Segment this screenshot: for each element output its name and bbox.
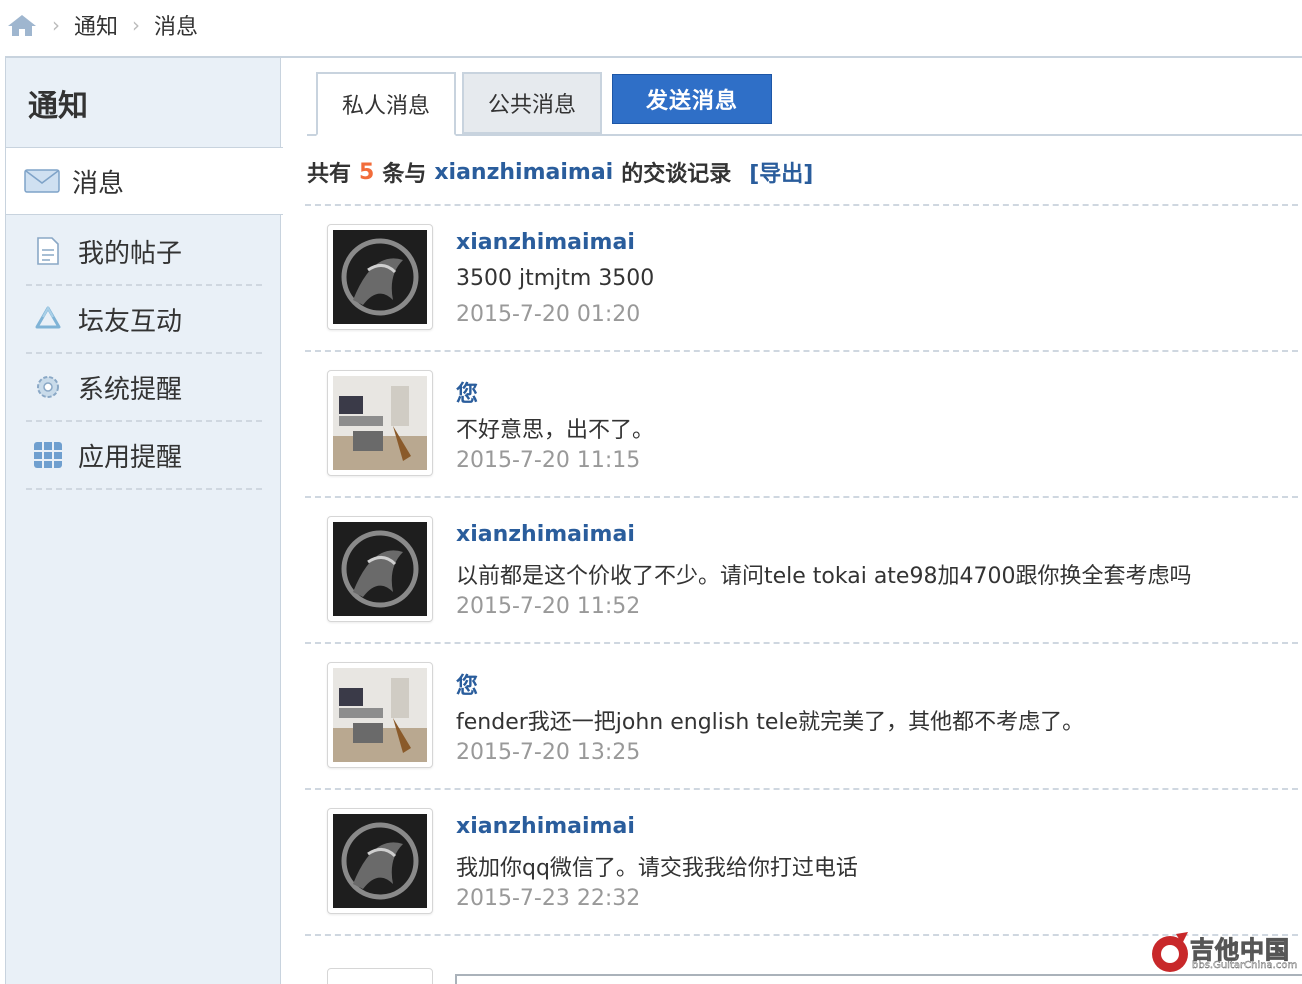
recycle-icon <box>30 304 66 334</box>
avatar[interactable] <box>327 370 433 476</box>
message-sender[interactable]: 您 <box>456 376 478 408</box>
breadcrumb-item[interactable]: 通知 <box>74 9 118 41</box>
sidebar-title: 通知 <box>28 89 88 124</box>
watermark-url: bbs.GuitarChina.com <box>1192 960 1298 971</box>
chevron-right-icon: › <box>132 13 141 37</box>
message-text: fender我还一把john english tele就完美了，其他都不考虑了。 <box>456 710 1085 735</box>
watermark-logo: 吉他中国 bbs.GuitarChina.com <box>1148 930 1298 978</box>
avatar[interactable] <box>327 224 433 330</box>
message-time: 2015-7-20 01:20 <box>456 302 641 327</box>
export-link[interactable]: [导出] <box>749 156 813 188</box>
summary-prefix: 共有 <box>307 162 352 187</box>
sidebar-item-label: 我的帖子 <box>78 238 183 269</box>
message-item: xianzhimaimai 3500 jtmjtm 3500 2015-7-20… <box>305 204 1298 350</box>
sidebar-list: 我的帖子 坛友互动 系统提醒 应用提醒 <box>26 218 262 490</box>
home-icon[interactable] <box>6 12 38 38</box>
tab-bar: 私人消息 公共消息 发送消息 <box>307 72 1302 136</box>
tab-private-messages[interactable]: 私人消息 <box>316 72 456 136</box>
conversation-user-link[interactable]: xianzhimaimai <box>434 160 613 185</box>
dragon-avatar-image <box>333 814 427 908</box>
room-avatar-image <box>333 668 427 762</box>
avatar[interactable] <box>327 516 433 622</box>
sidebar-item-interaction[interactable]: 坛友互动 <box>26 286 262 354</box>
message-time: 2015-7-20 11:52 <box>456 594 641 619</box>
gear-icon <box>30 372 66 402</box>
message-text: 以前都是这个价收了不少。请问tele tokai ate98加4700跟你换全套… <box>456 564 1192 589</box>
sidebar-item-label: 系统提醒 <box>78 374 183 405</box>
message-list: xianzhimaimai 3500 jtmjtm 3500 2015-7-20… <box>305 204 1298 938</box>
message-text: 3500 jtmjtm 3500 <box>456 266 655 291</box>
avatar[interactable] <box>327 808 433 914</box>
dragon-avatar-image <box>333 522 427 616</box>
avatar <box>327 968 433 984</box>
sidebar: 通知 消息 我的帖子 坛友互动 系统提醒 应用提醒 <box>5 58 283 984</box>
dragon-avatar-image <box>333 230 427 324</box>
tab-public-messages[interactable]: 公共消息 <box>462 72 602 134</box>
message-item: 您 不好意思，出不了。 2015-7-20 11:15 <box>305 350 1298 496</box>
sidebar-item-label: 应用提醒 <box>78 442 183 473</box>
message-item: 您 fender我还一把john english tele就完美了，其他都不考虑… <box>305 642 1298 788</box>
message-item: xianzhimaimai 我加你qq微信了。请交我我给你打过电话 2015-7… <box>305 788 1298 934</box>
sidebar-item-messages[interactable]: 消息 <box>6 147 283 215</box>
breadcrumb: › 通知 › 消息 <box>0 0 1302 50</box>
sidebar-item-label: 消息 <box>72 168 125 199</box>
message-time: 2015-7-23 22:32 <box>456 886 641 911</box>
chevron-right-icon: › <box>52 13 60 37</box>
message-sender[interactable]: xianzhimaimai <box>456 522 635 547</box>
message-time: 2015-7-20 11:15 <box>456 448 641 473</box>
room-avatar-image <box>333 376 427 470</box>
message-text: 不好意思，出不了。 <box>456 418 655 443</box>
sidebar-item-my-posts[interactable]: 我的帖子 <box>26 218 262 286</box>
grid-icon <box>30 440 66 470</box>
message-text: 我加你qq微信了。请交我我给你打过电话 <box>456 856 858 881</box>
document-icon <box>30 236 66 266</box>
envelope-icon <box>24 166 60 196</box>
summary-middle: 条与 <box>382 162 427 187</box>
breadcrumb-item[interactable]: 消息 <box>154 9 198 41</box>
message-item: xianzhimaimai 以前都是这个价收了不少。请问tele tokai a… <box>305 496 1298 642</box>
message-sender[interactable]: xianzhimaimai <box>456 814 635 839</box>
message-sender[interactable]: xianzhimaimai <box>456 230 635 255</box>
sidebar-item-label: 坛友互动 <box>78 306 183 337</box>
guitar-logo-icon <box>1152 932 1188 972</box>
message-sender[interactable]: 您 <box>456 668 478 700</box>
message-count: 5 <box>359 159 375 185</box>
sidebar-item-apps[interactable]: 应用提醒 <box>26 422 262 490</box>
message-time: 2015-7-20 13:25 <box>456 740 641 765</box>
conversation-summary: 共有 5 条与 xianzhimaimai 的交谈记录 [导出] <box>307 155 813 189</box>
send-message-button[interactable]: 发送消息 <box>612 74 772 124</box>
sidebar-item-system[interactable]: 系统提醒 <box>26 354 262 422</box>
avatar[interactable] <box>327 662 433 768</box>
summary-suffix: 的交谈记录 <box>621 162 732 187</box>
